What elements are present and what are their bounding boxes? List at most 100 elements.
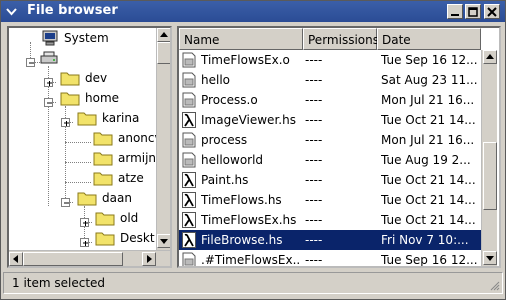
file-date: Tue Oct 21 14... [381,113,476,127]
table-row[interactable]: Process.o ---- Mon Jul 21 16... [179,90,481,110]
table-row[interactable]: helloworld ---- Tue Aug 19 2... [179,150,481,170]
scroll-up-button[interactable] [157,28,170,42]
list-vertical-scrollbar[interactable] [481,50,497,266]
column-header-date[interactable]: Date [377,28,481,50]
lambda-icon [182,172,196,188]
file-permissions: ---- [305,173,323,187]
expand-old-icon[interactable] [80,218,89,227]
window-menu-icon[interactable] [4,4,19,19]
close-icon [487,7,497,17]
list-scroll-up-button[interactable] [483,50,497,64]
lambda-icon [182,232,196,248]
minimize-button[interactable] [447,4,463,19]
file-date: Tue Aug 19 2... [381,153,471,167]
file-icon [182,52,196,68]
tree-horizontal-scrollbar[interactable] [9,250,170,266]
column-header-name[interactable]: Name [179,28,303,50]
file-icon [182,72,196,88]
list-scroll-thumb[interactable] [483,142,497,210]
tree-node-label: dev [85,71,108,85]
file-date: Tue Oct 21 14... [381,213,476,227]
file-name: helloworld [201,153,264,167]
resize-grip-icon[interactable] [488,279,500,291]
file-name: hello [201,73,230,87]
tree-node-karina[interactable]: karina [77,108,139,128]
file-name: FileBrowse.hs [201,233,283,247]
file-permissions: ---- [305,253,323,267]
file-name: TimeFlowsEx.hs [201,213,297,227]
close-button[interactable] [484,4,500,19]
tree-hscroll-thumb[interactable] [23,252,123,266]
directory-tree[interactable]: System dev home karina anoncvs armijn at… [7,26,172,268]
scroll-down-button[interactable] [157,234,170,248]
collapse-daan-icon[interactable] [61,198,70,207]
maximize-icon [468,7,478,17]
table-row[interactable]: TimeFlowsEx.o ---- Tue Sep 16 12... [179,50,481,70]
file-name: ImageViewer.hs [201,113,296,127]
arrow-down-icon [486,256,494,261]
file-permissions: ---- [305,113,323,127]
scroll-right-button[interactable] [142,252,156,266]
tree-node-desktop[interactable]: Deskt [95,228,155,248]
table-row[interactable]: TimeFlows.hs ---- Tue Oct 21 14... [179,190,481,210]
tree-node-label: karina [102,111,140,125]
file-date: Fri Nov 7 10:... [381,233,469,247]
tree-node-drive[interactable] [40,48,58,68]
table-row[interactable]: .#TimeFlowsEx... ---- Tue Sep 16 12... [179,250,481,267]
tree-node-label: System [64,31,109,45]
arrow-down-icon [160,239,168,244]
file-name: TimeFlows.hs [201,193,282,207]
file-date: Mon Jul 21 16... [381,93,475,107]
folder-icon [95,232,115,246]
table-row[interactable]: process ---- Mon Jul 21 16... [179,130,481,150]
file-date: Tue Sep 16 12... [381,53,477,67]
tree-node-label: home [85,91,120,105]
tree-node-atze[interactable]: atze [93,168,144,188]
maximize-button[interactable] [465,4,481,19]
drive-icon [40,51,58,64]
tree-node-daan[interactable]: daan [77,188,132,208]
column-header-permissions[interactable]: Permissions [303,28,379,50]
tree-vertical-scrollbar[interactable] [156,28,170,250]
expand-desktop-icon[interactable] [80,238,89,247]
file-date: Tue Sep 16 12... [381,253,477,267]
folder-icon [77,192,97,206]
tree-node-dev[interactable]: dev [60,68,107,88]
status-bar: 1 item selected [3,272,503,294]
scroll-left-button[interactable] [9,252,23,266]
tree-node-label: daan [102,191,132,205]
table-row[interactable]: TimeFlowsEx.hs ---- Tue Oct 21 14... [179,210,481,230]
table-row[interactable]: ImageViewer.hs ---- Tue Oct 21 14... [179,110,481,130]
file-date: Tue Oct 21 14... [381,173,476,187]
minimize-icon [451,14,459,16]
window-title: File browser [27,3,118,18]
expand-dev-icon[interactable] [44,78,53,87]
table-row[interactable]: Paint.hs ---- Tue Oct 21 14... [179,170,481,190]
computer-icon [42,30,58,46]
tree-node-label: Deskt [120,231,155,245]
list-scroll-down-button[interactable] [483,251,497,265]
table-row[interactable]: FileBrowse.hs ---- Fri Nov 7 10:... [179,230,481,250]
file-permissions: ---- [305,53,323,67]
table-row[interactable]: hello ---- Sat Aug 23 11... [179,70,481,90]
tree-node-label: atze [118,171,144,185]
arrow-up-icon [160,32,168,37]
tree-scroll-thumb[interactable] [157,42,170,64]
expand-karina-icon[interactable] [61,118,70,127]
title-bar[interactable]: File browser [1,1,505,22]
file-name: process [201,133,248,147]
file-list[interactable]: Name Permissions Date TimeFlowsEx.o ---- T… [177,26,501,268]
file-browser-window: File browser System dev home karina anon… [0,0,506,300]
tree-node-armijn[interactable]: armijn [93,148,156,168]
folder-icon [93,152,113,166]
file-permissions: ---- [305,193,323,207]
tree-node-old[interactable]: old [95,208,138,228]
file-permissions: ---- [305,133,323,147]
tree-node-system[interactable]: System [41,28,109,48]
file-name: .#TimeFlowsEx... [201,253,301,267]
file-permissions: ---- [305,153,323,167]
collapse-home-icon[interactable] [44,98,53,107]
collapse-drive-icon[interactable] [26,58,35,67]
tree-node-home[interactable]: home [60,88,119,108]
arrow-right-icon [147,255,152,263]
